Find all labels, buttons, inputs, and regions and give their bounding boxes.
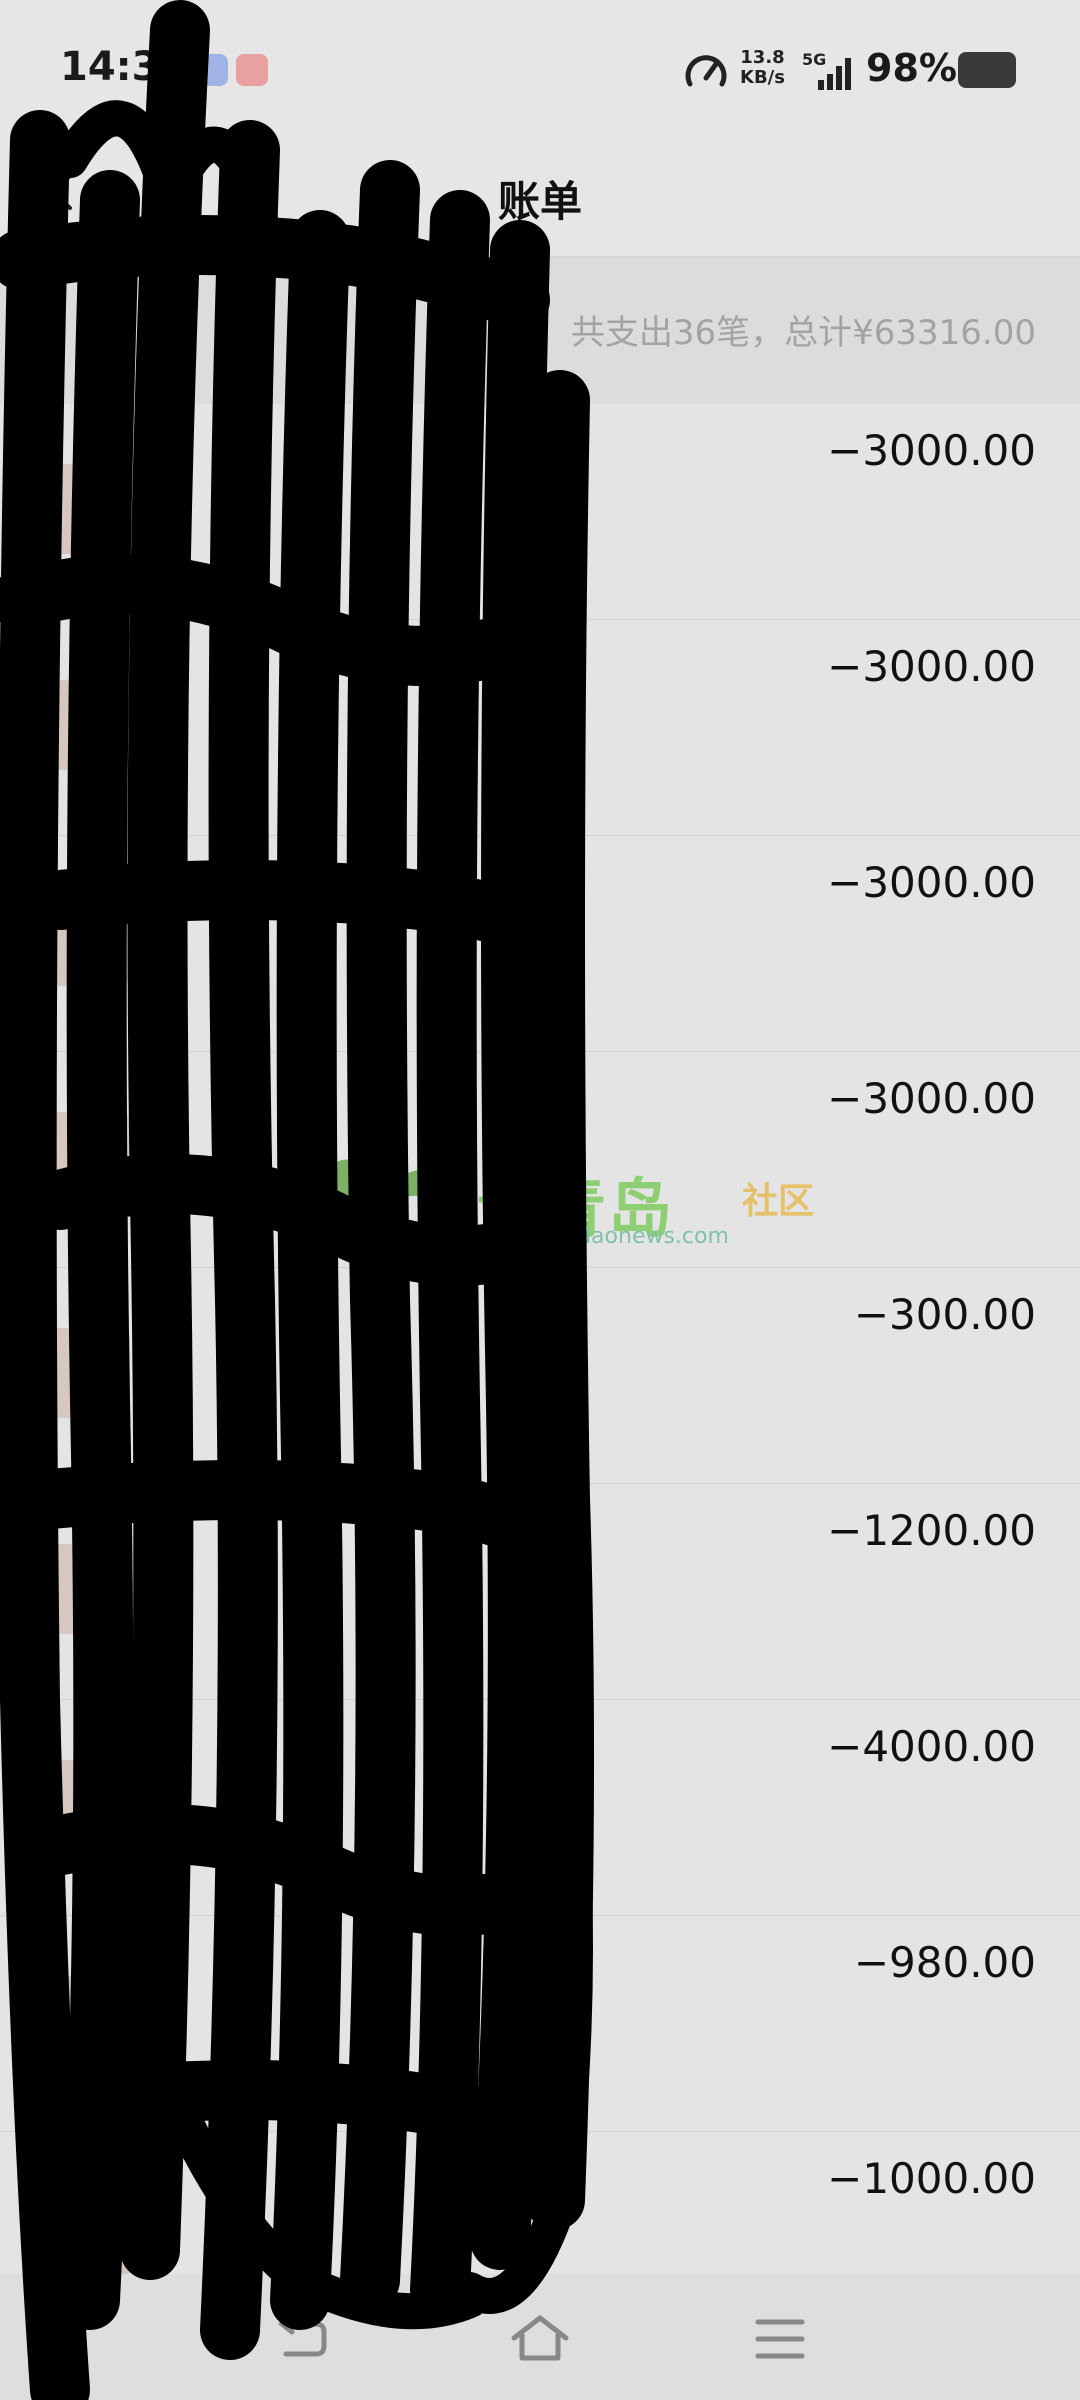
bill-row[interactable]: −3000.00 (0, 620, 1080, 836)
summary-total: 共支出36笔，总计¥63316.00 (570, 313, 1036, 353)
bill-list: - 0 −3000.00 −3000.00 −3000.00 −3000.00 … (0, 404, 1080, 2274)
bill-row[interactable]: −980.00 (0, 1916, 1080, 2132)
bill-amount: −1000.00 (827, 2154, 1036, 2203)
bill-amount: −980.00 (853, 1938, 1036, 1987)
avatar (40, 1544, 130, 1634)
bill-row[interactable]: −1200.00 (0, 1484, 1080, 1700)
bill-amount: −3000.00 (827, 426, 1036, 475)
bill-amount: −4000.00 (827, 1722, 1036, 1771)
back-icon[interactable] (272, 2314, 332, 2364)
app-header: 账单 (0, 140, 1080, 256)
avatar (40, 896, 130, 986)
avatar (40, 1760, 130, 1850)
net-speed-value: 13.8 (740, 47, 785, 68)
avatar (40, 1112, 130, 1202)
status-bar: 14:3 13.8 KB/s 5G 98% (0, 0, 1080, 140)
site-watermark: 青青岛 社区 club.qingdaonews.com (236, 1148, 836, 1258)
net-speed-unit: KB/s (740, 67, 785, 88)
bill-row[interactable]: −300.00 (0, 1268, 1080, 1484)
menu-icon[interactable] (750, 2314, 810, 2364)
avatar (40, 464, 130, 554)
mountain-logo-icon (236, 1159, 466, 1249)
battery-percent: 98% (866, 46, 957, 90)
avatar (40, 1976, 130, 2066)
bill-amount: −3000.00 (827, 858, 1036, 907)
signal-icon (818, 58, 851, 90)
bill-title: - (210, 450, 223, 491)
bill-time: 12 (210, 2242, 249, 2274)
battery-icon (958, 52, 1016, 88)
chevron-down-icon[interactable] (300, 317, 334, 341)
bill-summary: 共支出36笔，总计¥63316.00 (0, 256, 1080, 405)
bill-amount: −3000.00 (827, 1074, 1036, 1123)
watermark-url: club.qingdaonews.com (476, 1224, 729, 1249)
page-title: 账单 (497, 177, 582, 226)
system-nav-bar (0, 2274, 1080, 2400)
avatar (40, 2192, 130, 2274)
avatar (40, 680, 130, 770)
watermark-community: 社区 (742, 1181, 815, 1222)
status-time: 14:3 (60, 44, 160, 90)
bill-amount: −1200.00 (827, 1506, 1036, 1555)
bill-row[interactable]: −4000.00 (0, 1700, 1080, 1916)
bill-row[interactable]: 12 −1000.00 (0, 2132, 1080, 2274)
bill-amount: −3000.00 (827, 642, 1036, 691)
bill-row[interactable]: −3000.00 (0, 836, 1080, 1052)
speed-icon (685, 55, 727, 87)
avatar (40, 1328, 130, 1418)
home-icon[interactable] (510, 2314, 570, 2364)
bill-time: 0 (210, 514, 230, 549)
bill-row[interactable]: - 0 −3000.00 (0, 404, 1080, 620)
app-notification-icon (196, 54, 228, 86)
net-speed: 13.8 KB/s (740, 48, 785, 88)
bill-amount: −300.00 (853, 1290, 1036, 1339)
video-notification-icon (236, 54, 268, 86)
